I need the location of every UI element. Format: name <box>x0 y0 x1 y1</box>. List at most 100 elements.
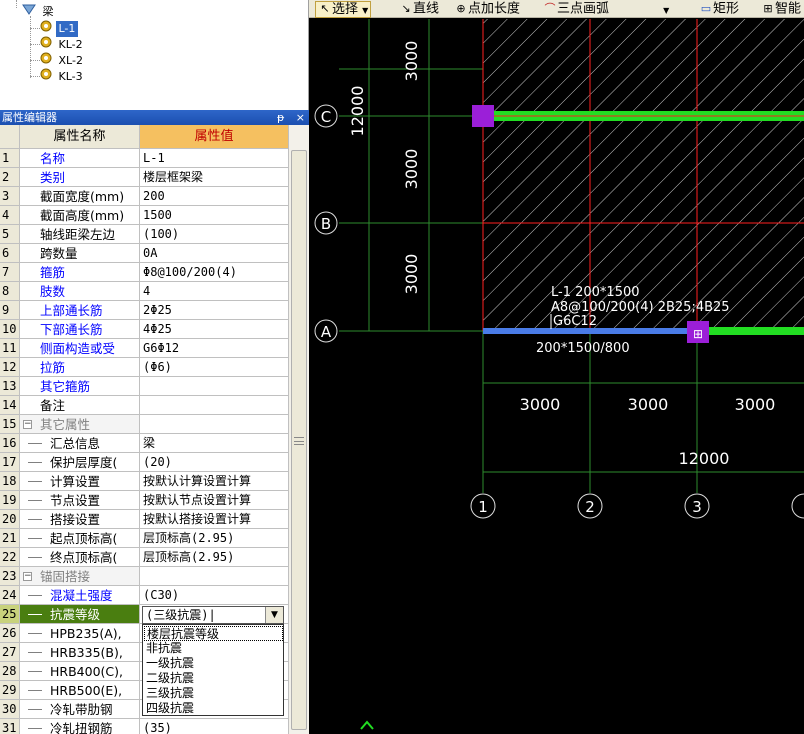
dropdown-option[interactable]: 四级抗震 <box>144 701 283 716</box>
property-name-cell[interactable]: 冷轧带肋钢 <box>20 700 140 719</box>
property-row[interactable]: 5 轴线距梁左边 (100) <box>0 225 288 244</box>
tree-item-kl2[interactable]: KL-2 <box>40 36 86 52</box>
line-tool-button[interactable]: ↘ 直线 <box>399 0 439 18</box>
property-row[interactable]: 3 截面宽度(mm) 200 <box>0 187 288 206</box>
property-name-cell[interactable]: 类别 <box>20 168 140 187</box>
property-name-cell[interactable]: 节点设置 <box>20 491 140 510</box>
beam-c[interactable] <box>483 111 804 121</box>
property-value-cell[interactable]: 楼层框架梁 <box>140 168 288 187</box>
close-icon[interactable]: × <box>296 111 305 124</box>
property-row[interactable]: 18 计算设置 按默认计算设置计算 <box>0 472 288 491</box>
property-value-cell[interactable]: 按默认计算设置计算 <box>140 472 288 491</box>
property-name-cell[interactable]: 搭接设置 <box>20 510 140 529</box>
property-row[interactable]: 24 混凝土强度 (C30) <box>0 586 288 605</box>
property-name-cell[interactable]: HRB500(E), <box>20 681 140 700</box>
property-value-cell[interactable]: 层顶标高(2.95) <box>140 548 288 567</box>
property-row[interactable]: 10 下部通长筋 4Φ25 <box>0 320 288 339</box>
property-value-cell[interactable]: (100) <box>140 225 288 244</box>
property-row[interactable]: 2 类别 楼层框架梁 <box>0 168 288 187</box>
property-name-cell[interactable]: HRB400(C), <box>20 662 140 681</box>
column-node-c1[interactable] <box>472 105 494 127</box>
property-name-cell[interactable]: 冷轧扭钢筋 <box>20 719 140 734</box>
property-name-cell[interactable]: 上部通长筋 <box>20 301 140 320</box>
property-name-cell[interactable]: 轴线距梁左边 <box>20 225 140 244</box>
property-name-cell[interactable]: 抗震等级 <box>20 605 140 624</box>
smart-tool-button[interactable]: ⊞ 智能 <box>761 0 801 18</box>
collapse-icon[interactable]: − <box>23 572 32 581</box>
property-name-cell[interactable]: 其它箍筋 <box>20 377 140 396</box>
property-row[interactable]: 7 箍筋 Φ8@100/200(4) <box>0 263 288 282</box>
property-value-cell[interactable]: 1500 <box>140 206 288 225</box>
tree-root[interactable]: 梁 <box>22 3 57 19</box>
property-name-cell[interactable]: 跨数量 <box>20 244 140 263</box>
property-value-cell[interactable] <box>140 567 288 586</box>
property-row[interactable]: 12 拉筋 (Φ6) <box>0 358 288 377</box>
property-row[interactable]: 4 截面高度(mm) 1500 <box>0 206 288 225</box>
point-length-tool-button[interactable]: ⊕ 点加长度 <box>454 0 520 18</box>
property-value-cell[interactable]: 按默认搭接设置计算 <box>140 510 288 529</box>
property-name-cell[interactable]: 截面高度(mm) <box>20 206 140 225</box>
property-row[interactable]: 9 上部通长筋 2Φ25 <box>0 301 288 320</box>
property-row[interactable]: 15− 其它属性 <box>0 415 288 434</box>
property-value-cell[interactable]: (20) <box>140 453 288 472</box>
column-header-name[interactable]: 属性名称 <box>20 125 140 149</box>
property-name-cell[interactable]: 侧面构造或受 <box>20 339 140 358</box>
property-value-cell[interactable]: 4 <box>140 282 288 301</box>
property-row[interactable]: 14 备注 <box>0 396 288 415</box>
property-value-cell[interactable]: 0A <box>140 244 288 263</box>
property-name-cell[interactable]: 混凝土强度 <box>20 586 140 605</box>
property-row[interactable]: 13 其它箍筋 <box>0 377 288 396</box>
rect-tool-button[interactable]: ▭ 矩形 <box>699 0 739 18</box>
dropdown-option[interactable]: 一级抗震 <box>144 656 283 671</box>
property-name-cell[interactable]: 名称 <box>20 149 140 168</box>
property-value-cell[interactable]: 2Φ25 <box>140 301 288 320</box>
property-value-cell[interactable]: 200 <box>140 187 288 206</box>
property-value-cell[interactable]: L-1 <box>140 149 288 168</box>
property-name-cell[interactable]: 下部通长筋 <box>20 320 140 339</box>
dropdown-option[interactable]: 楼层抗震等级 <box>144 626 283 641</box>
property-row[interactable]: 19 节点设置 按默认节点设置计算 <box>0 491 288 510</box>
select-tool-button[interactable]: ↖ 选择 ▼ <box>315 0 372 18</box>
beam-a-selected[interactable] <box>483 327 804 335</box>
property-value-cell[interactable]: (C30) <box>140 586 288 605</box>
chevron-down-icon[interactable]: ▼ <box>265 607 283 623</box>
property-name-cell[interactable]: 计算设置 <box>20 472 140 491</box>
tree-item-kl3[interactable]: KL-3 <box>40 68 86 84</box>
dropdown-option[interactable]: 三级抗震 <box>144 686 283 701</box>
property-value-cell[interactable]: 4Φ25 <box>140 320 288 339</box>
property-name-cell[interactable]: − 其它属性 <box>20 415 140 434</box>
property-name-cell[interactable]: − 锚固搭接 <box>20 567 140 586</box>
cad-drawing[interactable]: ⊞ C B A 1 2 3 3000 3000 3000 12000 3000 … <box>309 19 804 734</box>
arc-tool-button[interactable]: ⌒ 三点画弧 ▼ <box>543 0 670 18</box>
property-name-cell[interactable]: 拉筋 <box>20 358 140 377</box>
property-name-cell[interactable]: HPB235(A), <box>20 624 140 643</box>
property-name-cell[interactable]: 肢数 <box>20 282 140 301</box>
property-row[interactable]: 8 肢数 4 <box>0 282 288 301</box>
property-name-cell[interactable]: 保护层厚度( <box>20 453 140 472</box>
pin-icon[interactable]: ᵽ <box>277 111 284 124</box>
property-value-cell[interactable]: 按默认节点设置计算 <box>140 491 288 510</box>
property-row[interactable]: 1 名称 L-1 <box>0 149 288 168</box>
property-name-cell[interactable]: 终点顶标高( <box>20 548 140 567</box>
property-grid-scrollbar[interactable] <box>288 125 309 734</box>
property-row[interactable]: 16 汇总信息 梁 <box>0 434 288 453</box>
column-header-value[interactable]: 属性值 <box>140 125 288 149</box>
property-value-cell[interactable]: 梁 <box>140 434 288 453</box>
dropdown-option[interactable]: 二级抗震 <box>144 671 283 686</box>
property-name-cell[interactable]: 汇总信息 <box>20 434 140 453</box>
collapse-icon[interactable]: − <box>23 420 32 429</box>
property-row[interactable]: 6 跨数量 0A <box>0 244 288 263</box>
property-value-cell[interactable]: (Φ6) <box>140 358 288 377</box>
property-value-cell[interactable]: (35) <box>140 719 288 734</box>
property-name-cell[interactable]: 起点顶标高( <box>20 529 140 548</box>
property-row[interactable]: 11 侧面构造或受 G6Φ12 <box>0 339 288 358</box>
property-value-cell[interactable]: G6Φ12 <box>140 339 288 358</box>
cad-canvas[interactable]: ⊞ C B A 1 2 3 3000 3000 3000 12000 3000 … <box>309 19 804 734</box>
seismic-grade-select[interactable]: (三级抗震)| ▼ <box>142 606 284 624</box>
property-value-cell[interactable]: 层顶标高(2.95) <box>140 529 288 548</box>
property-row[interactable]: 23− 锚固搭接 <box>0 567 288 586</box>
property-value-cell[interactable] <box>140 377 288 396</box>
property-row[interactable]: 21 起点顶标高(层顶标高(2.95) <box>0 529 288 548</box>
property-name-cell[interactable]: HRB335(B), <box>20 643 140 662</box>
property-value-cell[interactable] <box>140 415 288 434</box>
